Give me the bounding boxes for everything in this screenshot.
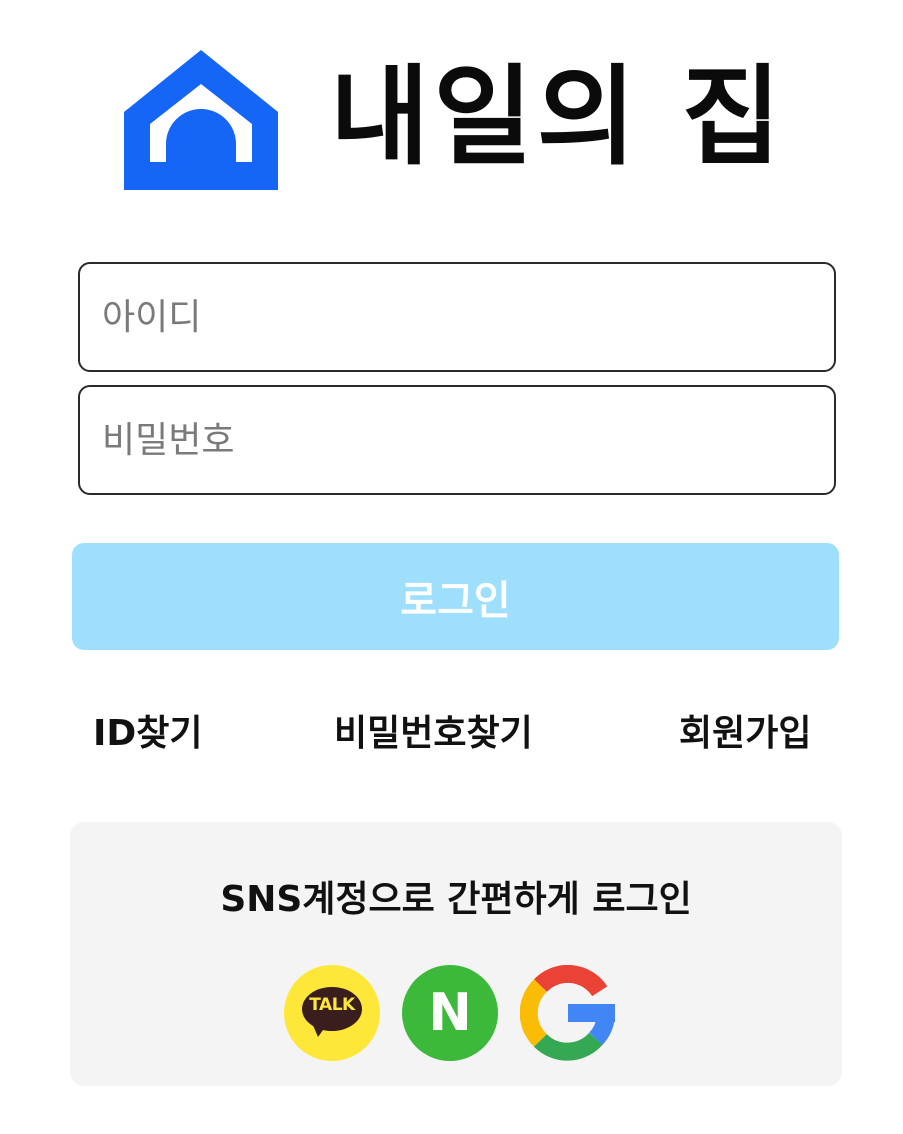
naver-login-button[interactable]: N <box>402 965 498 1061</box>
house-icon <box>124 50 278 190</box>
password-input[interactable] <box>78 385 836 495</box>
kakao-login-button[interactable]: TALK <box>284 965 380 1061</box>
sns-login-title: SNS계정으로 간편하게 로그인 <box>220 879 692 920</box>
find-password-link[interactable]: 비밀번호찾기 <box>334 704 533 756</box>
logo-title: 내일의 집 <box>330 55 786 180</box>
id-input[interactable] <box>78 262 836 372</box>
kakao-label: TALK <box>309 995 355 1015</box>
login-button[interactable]: 로그인 <box>72 543 839 650</box>
google-icon <box>519 964 615 1061</box>
find-id-link[interactable]: ID찾기 <box>93 704 203 756</box>
app-logo: 내일의 집 <box>120 48 810 193</box>
google-login-button[interactable] <box>519 964 616 1061</box>
signup-link[interactable]: 회원가입 <box>679 704 811 756</box>
naver-icon: N <box>428 983 472 1043</box>
sns-login-panel: SNS계정으로 간편하게 로그인 TALK N <box>70 822 842 1086</box>
